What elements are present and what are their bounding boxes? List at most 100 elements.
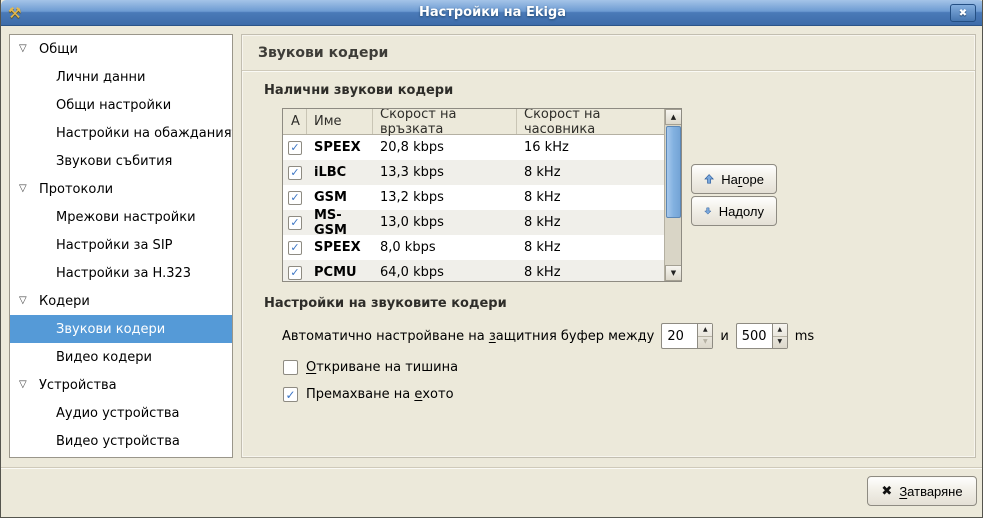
- preferences-tree: ▽ Общи Лични данни Общи настройки Настро…: [9, 34, 233, 458]
- codec-bitrate: 13,0 kbps: [373, 215, 517, 230]
- sidebar-item-label: Видео кодери: [56, 350, 152, 365]
- window-close-button[interactable]: ✖: [950, 4, 976, 22]
- column-header-active[interactable]: А: [283, 109, 307, 134]
- jitter-min-spinner[interactable]: 20 ▲ ▼: [661, 323, 713, 349]
- sidebar-item-label: Мрежови настройки: [56, 210, 196, 225]
- column-header-name[interactable]: Име: [307, 109, 373, 134]
- sidebar-item-label: Звукови събития: [56, 154, 172, 169]
- spin-down-icon[interactable]: ▼: [773, 337, 787, 349]
- jitter-min-value[interactable]: 20: [662, 324, 697, 348]
- codec-bitrate: 8,0 kbps: [373, 240, 517, 255]
- sidebar-item-label: Звукови кодери: [56, 322, 165, 337]
- table-row[interactable]: ✓ PCMU 64,0 kbps 8 kHz: [283, 260, 664, 282]
- sidebar-item-call-options[interactable]: Настройки на обажданията: [10, 119, 232, 147]
- codec-enabled-checkbox[interactable]: ✓: [288, 191, 302, 205]
- audio-codecs-page: Звукови кодери Налични звукови кодери А …: [241, 34, 976, 458]
- sidebar-item-label: Кодери: [39, 294, 90, 309]
- sidebar-item-video-codecs[interactable]: Видео кодери: [10, 343, 232, 371]
- codec-name: MS-GSM: [307, 208, 373, 238]
- codec-name: iLBC: [307, 165, 373, 180]
- scrollbar-thumb[interactable]: [666, 126, 681, 218]
- sidebar-group-protocols[interactable]: ▽ Протоколи: [10, 175, 232, 203]
- move-up-label: Нагоре: [721, 172, 764, 187]
- codec-bitrate: 20,8 kbps: [373, 140, 517, 155]
- down-arrow-icon: [704, 203, 712, 219]
- codec-enabled-checkbox[interactable]: ✓: [288, 241, 302, 255]
- expander-icon[interactable]: ▽: [19, 44, 32, 54]
- move-down-label: Надолу: [719, 204, 764, 219]
- sidebar-item-audio-codecs[interactable]: Звукови кодери: [10, 315, 232, 343]
- sidebar-item-audio-devices[interactable]: Аудио устройства: [10, 399, 232, 427]
- sidebar-group-general[interactable]: ▽ Общи: [10, 35, 232, 63]
- sidebar-item-network-settings[interactable]: Мрежови настройки: [10, 203, 232, 231]
- codec-clockrate: 8 kHz: [517, 265, 664, 280]
- titlebar[interactable]: ⚒ Настройки на Ekiga ✖: [1, 0, 983, 26]
- table-row[interactable]: ✓ SPEEX 8,0 kbps 8 kHz: [283, 235, 664, 260]
- column-header-clockrate[interactable]: Скорост на часовника: [517, 109, 664, 134]
- sidebar-item-h323-settings[interactable]: Настройки за H.323: [10, 259, 232, 287]
- echo-cancel-checkbox[interactable]: ✓: [283, 387, 298, 402]
- sidebar-item-sip-settings[interactable]: Настройки за SIP: [10, 231, 232, 259]
- codec-enabled-checkbox[interactable]: ✓: [288, 166, 302, 180]
- scroll-up-icon[interactable]: ▲: [665, 109, 682, 125]
- codec-clockrate: 8 kHz: [517, 165, 664, 180]
- sidebar-item-label: Аудио устройства: [56, 406, 180, 421]
- spin-up-icon[interactable]: ▲: [698, 324, 712, 337]
- jitter-buffer-row: Автоматично настройване на защитния буфе…: [282, 323, 814, 349]
- codec-name: PCMU: [307, 265, 373, 280]
- codec-enabled-checkbox[interactable]: ✓: [288, 266, 302, 280]
- preferences-dialog: ⚒ Настройки на Ekiga ✖ ▽ Общи Лични данн…: [0, 0, 983, 518]
- sidebar-item-video-devices[interactable]: Видео устройства: [10, 427, 232, 455]
- codec-bitrate: 64,0 kbps: [373, 265, 517, 280]
- table-row[interactable]: ✓ iLBC 13,3 kbps 8 kHz: [283, 160, 664, 185]
- codec-name: GSM: [307, 190, 373, 205]
- table-row[interactable]: ✓ MS-GSM 13,0 kbps 8 kHz: [283, 210, 664, 235]
- codec-enabled-checkbox[interactable]: ✓: [288, 141, 302, 155]
- page-title: Звукови кодери: [242, 35, 975, 70]
- sidebar-group-codecs[interactable]: ▽ Кодери: [10, 287, 232, 315]
- silence-detection-label: Откриване на тишина: [306, 360, 458, 375]
- column-header-bitrate[interactable]: Скорост на връзката: [373, 109, 517, 134]
- spinner-steppers[interactable]: ▲ ▼: [772, 324, 787, 348]
- up-arrow-icon: [704, 171, 714, 187]
- sidebar-item-sound-events[interactable]: Звукови събития: [10, 147, 232, 175]
- scroll-down-icon[interactable]: ▼: [665, 265, 682, 281]
- expander-icon[interactable]: ▽: [19, 184, 32, 194]
- jitter-max-value[interactable]: 500: [737, 324, 772, 348]
- silence-detection-checkbox[interactable]: [283, 360, 298, 375]
- codec-name: SPEEX: [307, 240, 373, 255]
- sidebar-item-label: Устройства: [39, 378, 117, 393]
- expander-icon[interactable]: ▽: [19, 380, 32, 390]
- table-row[interactable]: ✓ GSM 13,2 kbps 8 kHz: [283, 185, 664, 210]
- spin-down-icon[interactable]: ▼: [698, 337, 712, 349]
- move-up-button[interactable]: Нагоре: [691, 164, 777, 194]
- sidebar-item-label: Общи настройки: [56, 98, 171, 113]
- sidebar-item-label: Протоколи: [39, 182, 113, 197]
- close-button-label: Затваряне: [899, 484, 962, 499]
- codec-clockrate: 16 kHz: [517, 140, 664, 155]
- table-row[interactable]: ✓ SPEEX 20,8 kbps 16 kHz: [283, 135, 664, 160]
- sidebar-item-personal-data[interactable]: Лични данни: [10, 63, 232, 91]
- echo-cancel-option[interactable]: ✓ Премахване на ехото: [283, 387, 454, 402]
- sidebar-group-devices[interactable]: ▽ Устройства: [10, 371, 232, 399]
- jitter-max-spinner[interactable]: 500 ▲ ▼: [736, 323, 788, 349]
- table-scrollbar[interactable]: ▲ ▼: [664, 109, 681, 281]
- spinner-steppers[interactable]: ▲ ▼: [697, 324, 712, 348]
- sidebar-item-label: Настройки за SIP: [56, 238, 173, 253]
- sidebar-item-label: Настройки за H.323: [56, 266, 191, 281]
- codec-bitrate: 13,2 kbps: [373, 190, 517, 205]
- section-available-codecs-title: Налични звукови кодери: [264, 83, 453, 98]
- jitter-buffer-label: Автоматично настройване на защитния буфе…: [282, 329, 654, 344]
- header-separator: [242, 70, 975, 72]
- expander-icon[interactable]: ▽: [19, 296, 32, 306]
- jitter-conjunction-label: и: [720, 329, 728, 344]
- close-button[interactable]: ✖ Затваряне: [867, 476, 977, 506]
- silence-detection-option[interactable]: Откриване на тишина: [283, 360, 458, 375]
- codec-table-body: ✓ SPEEX 20,8 kbps 16 kHz ✓ iLBC 13,3 kbp…: [283, 135, 664, 282]
- move-down-button[interactable]: Надолу: [691, 196, 777, 226]
- codec-table-header: А Име Скорост на връзката Скорост на час…: [283, 109, 681, 135]
- spin-up-icon[interactable]: ▲: [773, 324, 787, 337]
- footer-separator: [1, 467, 983, 469]
- codec-enabled-checkbox[interactable]: ✓: [288, 216, 302, 230]
- sidebar-item-general-settings[interactable]: Общи настройки: [10, 91, 232, 119]
